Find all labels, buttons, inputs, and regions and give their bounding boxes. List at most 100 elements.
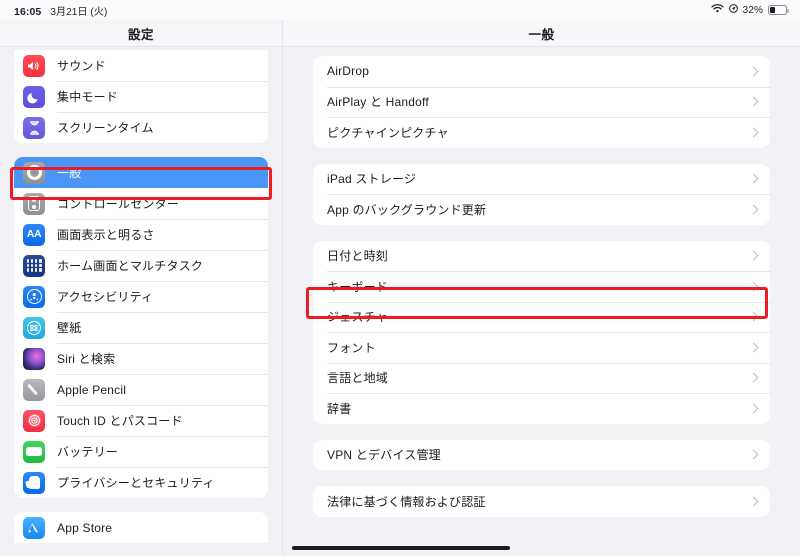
location-services-icon [728, 4, 738, 16]
accessibility-icon [23, 285, 45, 308]
detail-row[interactable]: フォント [313, 332, 770, 363]
settings-sidebar[interactable]: サウンド集中モードスクリーンタイム 一般コントロールセンター AA 画面表示と明るさホ… [0, 47, 283, 556]
detail-row[interactable]: 法律に基づく情報および認証 [313, 486, 770, 517]
sidebar-item-label: App Store [57, 520, 113, 535]
detail-row[interactable]: ピクチャインピクチャ [313, 117, 770, 148]
chevron-right-icon [748, 173, 759, 184]
chevron-right-icon [748, 449, 759, 460]
detail-row[interactable]: iPad ストレージ [313, 164, 770, 195]
sidebar-group: 一般コントロールセンター AA 画面表示と明るさホーム画面とマルチタスク アクセシビリ… [14, 157, 268, 498]
sidebar-item-1[interactable]: App Store [14, 512, 268, 543]
hand-privacy-icon [23, 471, 45, 494]
gear-icon [23, 161, 45, 184]
detail-row[interactable]: 辞書 [313, 393, 770, 424]
status-time: 16:05 [14, 5, 42, 18]
sidebar-item-11[interactable]: プライバシーとセキュリティ [14, 467, 268, 498]
speaker-icon [23, 54, 45, 77]
sidebar-item-7[interactable]: Siri と検索 [14, 343, 268, 374]
status-bar-right: 32% [711, 3, 789, 17]
sidebar-item-label: バッテリー [57, 445, 119, 459]
detail-row-label: フォント [327, 340, 376, 355]
status-bar-left: 16:05 3月21日 (火) [14, 3, 107, 18]
sidebar-item-2[interactable]: コントロールセンター [14, 188, 268, 219]
chevron-right-icon [748, 342, 759, 353]
chevron-right-icon [748, 372, 759, 383]
sidebar-group: サウンド集中モードスクリーンタイム [14, 50, 268, 143]
sidebar-item-label: Siri と検索 [57, 352, 116, 366]
chevron-right-icon [748, 250, 759, 261]
sidebar-item-label: プライバシーとセキュリティ [57, 476, 215, 490]
detail-group: AirDrop AirPlay と Handoff ピクチャインピクチャ [313, 56, 770, 148]
ipad-settings-screen: 16:05 3月21日 (火) 32% 設定 一般 サウンド 集中モード スクリ… [0, 0, 800, 556]
sidebar-item-label: ホーム画面とマルチタスク [57, 259, 204, 273]
sidebar-item-label: 画面表示と明るさ [57, 228, 155, 242]
chevron-right-icon [748, 96, 759, 107]
home-screen-grid-icon [23, 254, 45, 277]
detail-row-label: 言語と地域 [327, 371, 389, 386]
detail-group: 法律に基づく情報および認証 [313, 486, 770, 517]
sidebar-item-2[interactable]: 集中モード [14, 81, 268, 112]
chevron-right-icon [748, 127, 759, 138]
wallpaper-flower-icon [23, 316, 45, 339]
status-date: 3月21日 (火) [50, 6, 108, 18]
sidebar-item-label: 壁紙 [57, 321, 82, 335]
sidebar-item-label: コントロールセンター [57, 197, 180, 211]
sidebar-item-8[interactable]: Apple Pencil [14, 374, 268, 405]
status-bar: 16:05 3月21日 (火) 32% [0, 0, 800, 20]
detail-row-label: 法律に基づく情報および認証 [327, 494, 486, 509]
detail-row-label: キーボード [327, 279, 389, 294]
sidebar-item-5[interactable]: アクセシビリティ [14, 281, 268, 312]
wifi-icon [711, 3, 724, 17]
home-indicator [292, 546, 510, 550]
detail-row[interactable]: 言語と地域 [313, 362, 770, 394]
moon-icon [23, 85, 45, 108]
detail-title: 一般 [283, 20, 800, 46]
pencil-icon [23, 378, 45, 401]
sidebar-item-6[interactable]: 壁紙 [14, 312, 268, 343]
battery-icon [768, 5, 789, 15]
detail-row-label: 日付と時刻 [327, 249, 389, 264]
sidebar-item-label: Touch ID とパスコード [57, 414, 183, 428]
detail-row[interactable]: AirDrop [313, 56, 770, 87]
detail-row[interactable]: 日付と時刻 [313, 241, 770, 272]
split-view: サウンド集中モードスクリーンタイム 一般コントロールセンター AA 画面表示と明るさホ… [0, 47, 800, 556]
chevron-right-icon [748, 403, 759, 414]
sidebar-item-label: サウンド [57, 59, 106, 73]
general-detail-pane[interactable]: AirDrop AirPlay と Handoff ピクチャインピクチャ iPad ス… [283, 47, 800, 556]
chevron-right-icon [748, 281, 759, 292]
detail-row-label: iPad ストレージ [327, 172, 417, 187]
sidebar-item-label: Apple Pencil [57, 382, 127, 397]
detail-row-highlighted[interactable]: キーボード [313, 271, 770, 302]
sidebar-item-label: 一般 [57, 166, 82, 180]
detail-row[interactable]: AirPlay と Handoff [313, 86, 770, 118]
sidebar-group: App Store [14, 512, 268, 543]
detail-row[interactable]: VPN とデバイス管理 [313, 440, 770, 471]
detail-row[interactable]: ジェスチャ [313, 301, 770, 333]
sidebar-item-10[interactable]: バッテリー [14, 436, 268, 467]
detail-row-label: ピクチャインピクチャ [327, 125, 449, 140]
sidebar-item-1[interactable]: サウンド [14, 50, 268, 81]
siri-orb-icon [23, 347, 45, 370]
app-store-icon [23, 516, 45, 539]
detail-row[interactable]: App のバックグラウンド更新 [313, 194, 770, 225]
sidebar-item-3[interactable]: スクリーンタイム [14, 112, 268, 143]
detail-group: iPad ストレージ App のバックグラウンド更新 [313, 163, 770, 225]
detail-row-label: VPN とデバイス管理 [327, 448, 441, 463]
battery-fill [770, 7, 775, 13]
sidebar-item-label: 集中モード [57, 90, 119, 104]
sidebar-item-label: アクセシビリティ [57, 290, 154, 304]
sidebar-item-label: スクリーンタイム [57, 121, 154, 135]
detail-row-label: ジェスチャ [327, 310, 388, 325]
sidebar-item-3[interactable]: AA 画面表示と明るさ [14, 219, 268, 250]
sidebar-item-9[interactable]: Touch ID とパスコード [14, 405, 268, 436]
sidebar-item-4[interactable]: ホーム画面とマルチタスク [14, 250, 268, 281]
sidebar-item-1-selected[interactable]: 一般 [14, 157, 268, 188]
fingerprint-icon [23, 409, 45, 432]
detail-group: 日付と時刻キーボードジェスチャフォント言語と地域辞書 [313, 240, 770, 424]
chevron-right-icon [748, 496, 759, 507]
battery-icon [23, 440, 45, 463]
detail-row-label: 辞書 [327, 401, 352, 416]
hourglass-icon [23, 116, 45, 139]
chevron-right-icon [748, 204, 759, 215]
navigation-header: 設定 一般 [0, 20, 800, 47]
